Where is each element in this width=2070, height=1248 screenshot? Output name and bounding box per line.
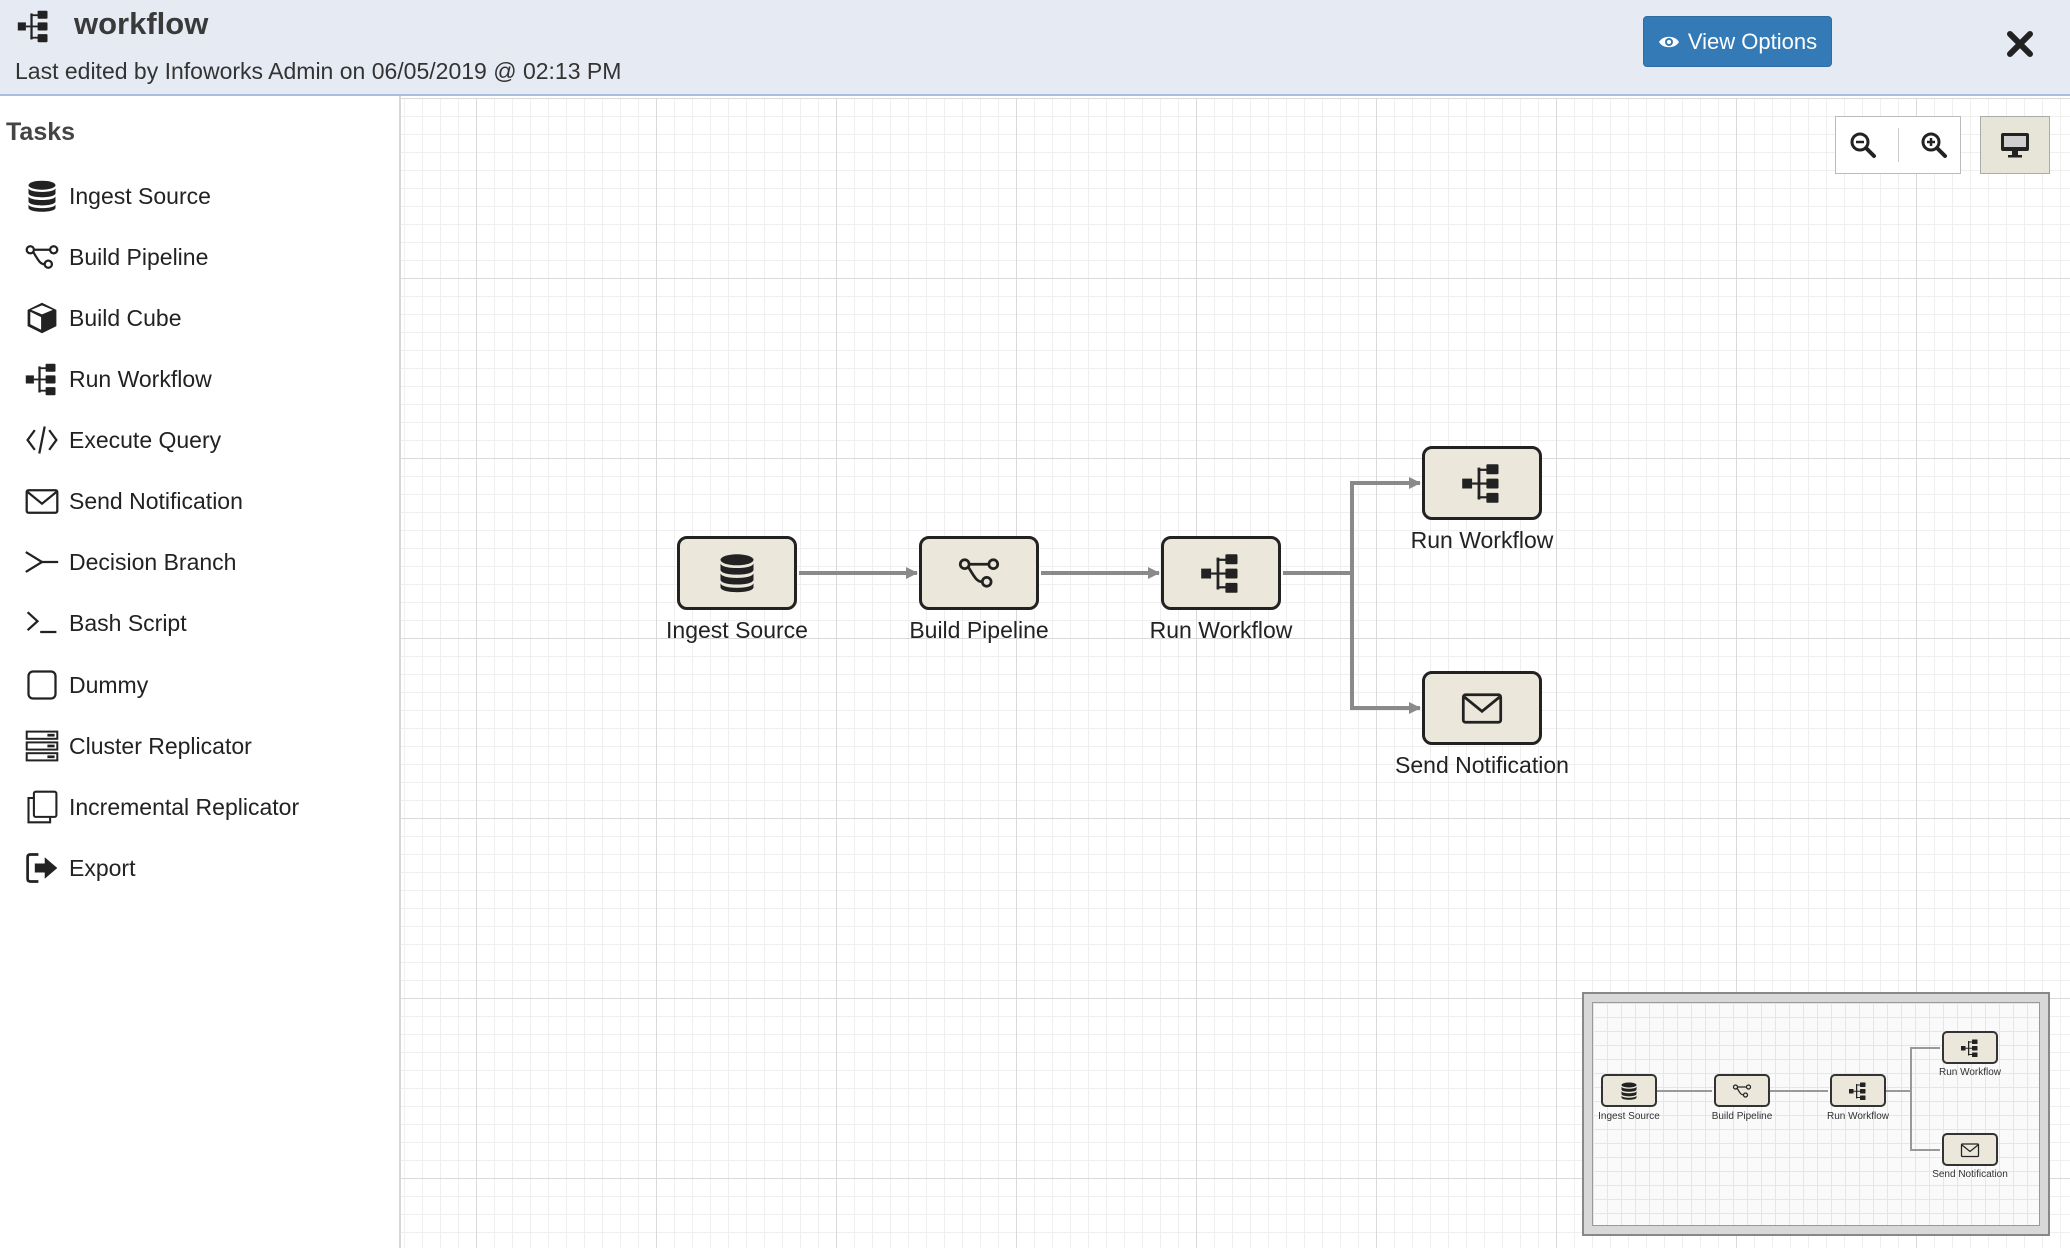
zoom-divider (1897, 128, 1899, 162)
node-run-workflow-2[interactable] (1422, 446, 1542, 520)
minimap-label: Run Workflow (1938, 1067, 2002, 1078)
tasks-sidebar: Tasks Ingest Source Build Pipeline Build… (0, 96, 401, 1248)
task-incremental-replicator[interactable]: Incremental Replicator (0, 782, 390, 832)
copy-icon (20, 785, 64, 829)
node-ingest-source[interactable] (677, 536, 797, 610)
node-label: Run Workflow (1410, 527, 1554, 553)
task-ingest-source[interactable]: Ingest Source (0, 171, 390, 221)
task-dummy[interactable]: Dummy (0, 660, 390, 710)
sitemap-icon (20, 357, 64, 401)
node-build-pipeline[interactable] (919, 536, 1039, 610)
minimap-label: Ingest Source (1598, 1111, 1660, 1122)
minimap-node (1942, 1031, 1998, 1064)
minimap-node (1714, 1074, 1770, 1107)
eye-icon (1658, 36, 1679, 47)
pipeline-icon (1732, 1081, 1752, 1101)
close-icon[interactable] (2004, 24, 2036, 60)
task-export[interactable]: Export (0, 843, 390, 893)
task-label: Export (69, 854, 136, 881)
task-label: Execute Query (69, 426, 222, 453)
minimap-label: Run Workflow (1826, 1111, 1890, 1122)
sitemap-icon (1848, 1081, 1868, 1101)
display-toggle-button[interactable] (1980, 116, 2050, 174)
sitemap-icon (1199, 551, 1243, 595)
page-title: workflow (74, 6, 209, 41)
task-label: Bash Script (69, 609, 187, 636)
task-label: Run Workflow (69, 365, 212, 392)
minimap[interactable]: Ingest Source Build Pipeline Run Workflo… (1582, 992, 2050, 1236)
minimap-node (1942, 1133, 1998, 1166)
task-label: Send Notification (69, 487, 243, 514)
database-icon (715, 551, 759, 595)
task-label: Build Cube (69, 304, 182, 331)
task-cluster-replicator[interactable]: Cluster Replicator (0, 721, 390, 771)
desktop-icon (2001, 133, 2029, 158)
zoom-in-icon (1921, 132, 1947, 158)
minimap-label: Build Pipeline (1711, 1111, 1773, 1122)
node-label: Ingest Source (666, 617, 808, 643)
view-options-button[interactable]: View Options (1643, 16, 1832, 67)
task-label: Build Pipeline (69, 243, 209, 270)
pipeline-icon (20, 235, 64, 279)
minimap-viewport: Ingest Source Build Pipeline Run Workflo… (1592, 1002, 2040, 1226)
database-icon (1619, 1081, 1639, 1101)
pipeline-icon (957, 551, 1001, 595)
database-icon (20, 174, 64, 218)
view-options-label: View Options (1687, 28, 1818, 54)
zoom-out-icon (1850, 132, 1876, 158)
minimap-node (1601, 1074, 1657, 1107)
task-send-notification[interactable]: Send Notification (0, 476, 390, 526)
server-icon (20, 724, 64, 768)
header-bar: workflow Last edited by Infoworks Admin … (0, 0, 2070, 96)
tasks-heading: Tasks (6, 118, 76, 146)
terminal-icon (20, 601, 64, 645)
zoom-out-button[interactable] (1845, 127, 1881, 163)
zoom-in-button[interactable] (1916, 127, 1952, 163)
cube-icon (20, 296, 64, 340)
envelope-icon (1460, 686, 1504, 730)
task-build-cube[interactable]: Build Cube (0, 293, 390, 343)
sitemap-icon (1460, 461, 1504, 505)
last-edited-text: Last edited by Infoworks Admin on 06/05/… (15, 58, 622, 84)
zoom-controls (1835, 116, 1961, 174)
task-label: Dummy (69, 671, 149, 698)
task-build-pipeline[interactable]: Build Pipeline (0, 232, 390, 282)
task-label: Incremental Replicator (69, 793, 300, 820)
task-execute-query[interactable]: Execute Query (0, 415, 390, 465)
sign-out-icon (20, 846, 64, 890)
minimap-node (1830, 1074, 1886, 1107)
envelope-icon (20, 479, 64, 523)
node-run-workflow[interactable] (1161, 536, 1281, 610)
node-label: Send Notification (1395, 752, 1569, 778)
square-icon (20, 663, 64, 707)
node-label: Build Pipeline (909, 617, 1049, 643)
branch-icon (20, 540, 64, 584)
sitemap-icon (16, 8, 52, 44)
sitemap-icon (1960, 1038, 1980, 1058)
envelope-icon (1960, 1140, 1980, 1160)
minimap-label: Send Notification (1932, 1169, 2008, 1180)
code-icon (20, 418, 64, 462)
node-label: Run Workflow (1149, 617, 1293, 643)
task-label: Decision Branch (69, 548, 237, 575)
task-label: Cluster Replicator (69, 732, 252, 759)
node-send-notification[interactable] (1422, 671, 1542, 745)
task-label: Ingest Source (69, 182, 211, 209)
task-run-workflow[interactable]: Run Workflow (0, 354, 390, 404)
task-decision-branch[interactable]: Decision Branch (0, 537, 390, 587)
task-bash-script[interactable]: Bash Script (0, 598, 390, 648)
